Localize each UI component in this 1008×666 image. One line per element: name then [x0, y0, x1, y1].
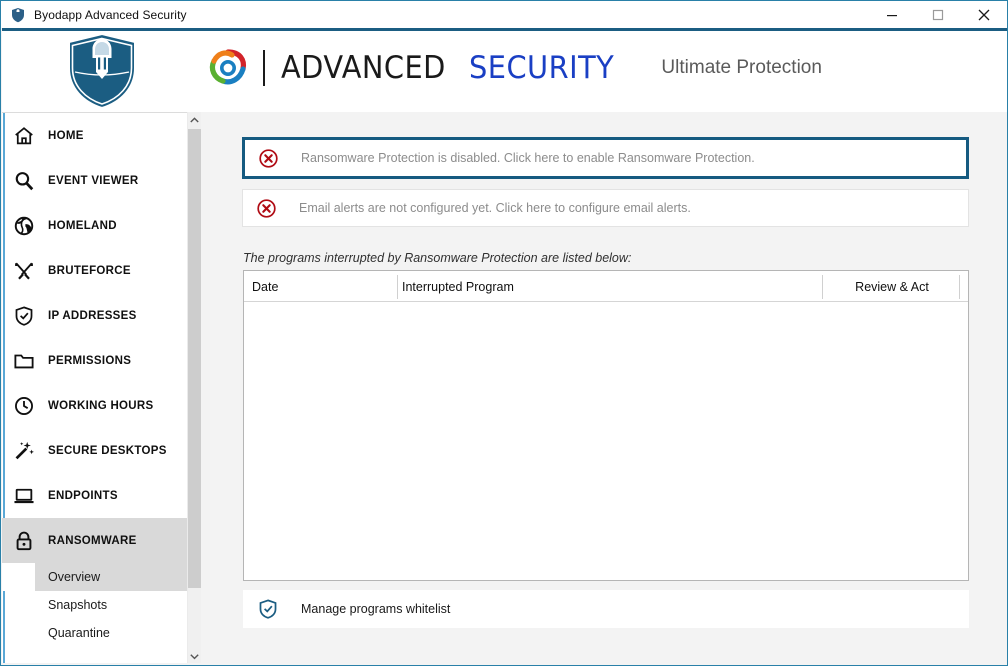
- column-separator: [822, 275, 823, 299]
- column-separator: [397, 275, 398, 299]
- error-circle-x-icon: [259, 148, 278, 168]
- sidebar-subitem-label: Snapshots: [48, 598, 108, 612]
- table-header-row: Date Interrupted Program Review & Act: [244, 271, 968, 302]
- brand-security-text: SECURITY: [469, 50, 615, 86]
- sidebar-item-label: PERMISSIONS: [48, 354, 132, 367]
- swirl-logo: [207, 47, 249, 89]
- sidebar-item-label: BRUTEFORCE: [48, 264, 131, 277]
- interrupted-programs-table: Date Interrupted Program Review & Act: [243, 270, 969, 581]
- chevron-down-icon: [190, 654, 199, 660]
- sidebar-item-secure-desktops[interactable]: SECURE DESKTOPS: [2, 428, 187, 473]
- folder-icon: [9, 346, 39, 376]
- shield-check-icon: [9, 301, 39, 331]
- sidebar-item-endpoints[interactable]: ENDPOINTS: [2, 473, 187, 518]
- scroll-up-button[interactable]: [188, 112, 201, 129]
- sidebar-item-label: HOME: [48, 129, 84, 142]
- magic-wand-icon: [9, 436, 39, 466]
- sidebar-item-label: HOMELAND: [48, 219, 117, 232]
- clock-icon: [9, 391, 39, 421]
- app-header: ADVANCED SECURITY Ultimate Protection: [2, 28, 1007, 112]
- maximize-icon: [932, 9, 944, 20]
- shield-icon: [10, 7, 26, 23]
- crossed-swords-icon: [9, 256, 39, 286]
- magnifier-icon: [9, 166, 39, 196]
- column-header-date[interactable]: Date: [252, 271, 278, 302]
- house-icon: [9, 121, 39, 151]
- sidebar-item-permissions[interactable]: PERMISSIONS: [2, 338, 187, 383]
- window-title: Byodapp Advanced Security: [34, 7, 187, 22]
- sidebar-item-bruteforce[interactable]: BRUTEFORCE: [2, 248, 187, 293]
- chevron-up-icon: [190, 117, 199, 123]
- column-header-interrupted-program[interactable]: Interrupted Program: [402, 271, 514, 302]
- alert-ransomware-protection-disabled[interactable]: Ransomware Protection is disabled. Click…: [242, 137, 969, 179]
- main-content: Ransomware Protection is disabled. Click…: [201, 112, 1007, 665]
- sidebar-item-label: ENDPOINTS: [48, 489, 118, 502]
- app-window: Byodapp Advanced Security ADVANCED SECUR…: [0, 0, 1008, 666]
- sidebar-subitem-overview[interactable]: Overview: [2, 563, 187, 591]
- sidebar-item-working-hours[interactable]: WORKING HOURS: [2, 383, 187, 428]
- manage-programs-whitelist-button[interactable]: Manage programs whitelist: [243, 590, 969, 628]
- sidebar-item-ip-addresses[interactable]: IP ADDRESSES: [2, 293, 187, 338]
- sidebar-item-homeland[interactable]: HOMELAND: [2, 203, 187, 248]
- sidebar-subitem-snapshots[interactable]: Snapshots: [2, 591, 187, 619]
- interrupted-programs-caption: The programs interrupted by Ransomware P…: [243, 251, 632, 265]
- window-bottom-strip: [2, 663, 1007, 665]
- minimize-icon: [887, 14, 897, 16]
- brand-lockup: ADVANCED SECURITY Ultimate Protection: [207, 47, 822, 89]
- maximize-button[interactable]: [915, 1, 961, 28]
- body-area: HOME EVENT VIEWER HOMELAND BRUTEFORCE IP…: [2, 112, 1007, 665]
- sidebar-nav: HOME EVENT VIEWER HOMELAND BRUTEFORCE IP…: [2, 112, 187, 665]
- sidebar-item-home[interactable]: HOME: [2, 113, 187, 158]
- table-body-empty: [244, 302, 968, 580]
- brand-advanced-text: ADVANCED: [281, 50, 446, 86]
- sidebar-subitem-label: Quarantine: [48, 626, 110, 640]
- column-separator: [959, 275, 960, 299]
- close-button[interactable]: [961, 1, 1007, 28]
- brand-tagline: Ultimate Protection: [661, 57, 822, 78]
- scrollbar-thumb[interactable]: [188, 129, 201, 588]
- sidebar-item-label: RANSOMWARE: [48, 534, 137, 547]
- close-icon: [978, 9, 990, 20]
- sidebar-item-label: WORKING HOURS: [48, 399, 154, 412]
- knight-shield-logo: [66, 32, 138, 110]
- error-circle-x-icon: [257, 198, 276, 218]
- shield-check-icon: [257, 598, 279, 620]
- sidebar-scrollbar[interactable]: [187, 112, 201, 665]
- sidebar-subitem-label: Overview: [48, 570, 101, 584]
- alert-text: Ransomware Protection is disabled. Click…: [301, 151, 755, 165]
- sidebar-item-event-viewer[interactable]: EVENT VIEWER: [2, 158, 187, 203]
- title-bar: Byodapp Advanced Security: [1, 1, 1007, 28]
- sidebar-item-label: EVENT VIEWER: [48, 174, 139, 187]
- brand-divider: [263, 50, 265, 86]
- column-header-review-and-act[interactable]: Review & Act: [824, 271, 960, 302]
- sidebar-item-label: SECURE DESKTOPS: [48, 444, 167, 457]
- sidebar-subitem-quarantine[interactable]: Quarantine: [2, 619, 187, 647]
- alert-email-alerts-not-configured[interactable]: Email alerts are not configured yet. Cli…: [242, 189, 969, 227]
- globe-icon: [9, 211, 39, 241]
- padlock-icon: [9, 526, 39, 556]
- manage-programs-whitelist-label: Manage programs whitelist: [301, 602, 451, 616]
- alert-text: Email alerts are not configured yet. Cli…: [299, 201, 691, 215]
- sidebar-item-ransomware[interactable]: RANSOMWARE: [2, 518, 187, 563]
- laptop-icon: [9, 481, 39, 511]
- sidebar-item-label: IP ADDRESSES: [48, 309, 137, 322]
- minimize-button[interactable]: [869, 1, 915, 28]
